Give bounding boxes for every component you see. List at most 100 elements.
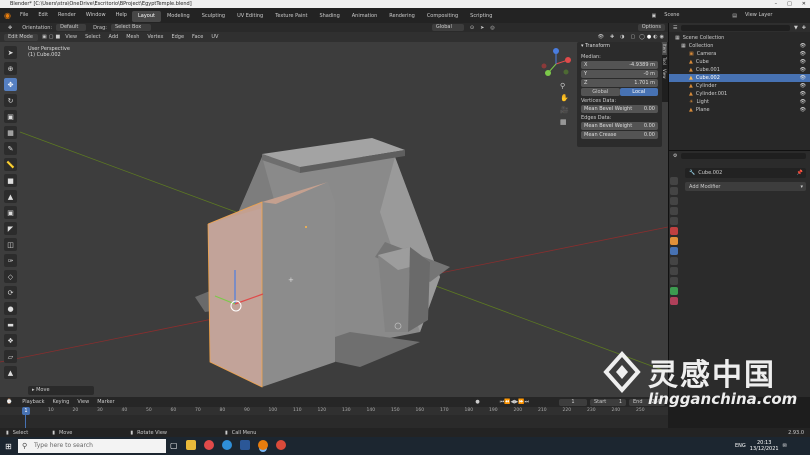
menu-edit[interactable]: Edit xyxy=(33,8,53,23)
current-frame-field[interactable]: 1 xyxy=(559,398,587,406)
bevel-tool-icon[interactable]: ◤ xyxy=(4,222,17,235)
outliner-item-cylinder-001[interactable]: ▲ Cylinder.001 👁 xyxy=(669,90,810,98)
task-view-icon[interactable]: ▢ xyxy=(170,441,178,450)
object-tab-icon[interactable] xyxy=(670,237,678,245)
3d-viewport[interactable]: + User Perspective (1) Cube.002 ⚲ ✋ 🎥 ▦ … xyxy=(0,42,668,397)
transform-tool-icon[interactable]: ▦ xyxy=(4,126,17,139)
eye-icon[interactable]: 👁 xyxy=(800,66,806,74)
workspace-tab-modeling[interactable]: Modeling xyxy=(161,11,196,22)
rotate-tool-icon[interactable]: ↻ xyxy=(4,94,17,107)
explorer-icon[interactable] xyxy=(185,440,196,450)
sidebar-tab-item[interactable]: Item xyxy=(662,42,667,56)
inset-tool-icon[interactable]: ▣ xyxy=(4,206,17,219)
material-tab-icon[interactable] xyxy=(670,297,678,305)
blender-logo-icon[interactable]: ◉ xyxy=(0,11,15,20)
workspace-tab-uv-editing[interactable]: UV Editing xyxy=(231,11,269,22)
menu-window[interactable]: Window xyxy=(81,8,111,23)
loop-cut-tool-icon[interactable]: ◫ xyxy=(4,238,17,251)
menu-add[interactable]: Add xyxy=(105,32,123,42)
scene-tab-icon[interactable] xyxy=(670,217,678,225)
grid-view-icon[interactable]: ▦ xyxy=(560,118,569,126)
menu-render[interactable]: Render xyxy=(53,8,81,23)
outliner-item-light[interactable]: ☀ Light 👁 xyxy=(669,98,810,106)
menu-view[interactable]: View xyxy=(61,32,81,42)
clock-date[interactable]: 13/12/2021 xyxy=(750,446,779,452)
timeline-editor-icon[interactable]: ⌚ xyxy=(6,399,12,405)
mean-crease-field[interactable]: Mean Crease 0.00 xyxy=(581,131,658,139)
edge-select-icon[interactable]: ▢ xyxy=(49,34,54,40)
record-icon[interactable]: ● xyxy=(475,399,479,405)
solid-shading-icon[interactable]: ● xyxy=(647,34,651,40)
jump-end-icon[interactable]: ⏭ xyxy=(524,399,529,405)
outliner-item-cylinder[interactable]: ▲ Cylinder 👁 xyxy=(669,82,810,90)
wireframe-shading-icon[interactable]: ◯ xyxy=(639,34,645,40)
workspace-tab-scripting[interactable]: Scripting xyxy=(464,11,498,22)
physics-tab-icon[interactable] xyxy=(670,267,678,275)
eye-icon[interactable]: 👁 xyxy=(800,42,806,50)
edge-bevel-weight-field[interactable]: Mean Bevel Weight 0.00 xyxy=(581,122,658,130)
eye-icon[interactable]: 👁 xyxy=(800,74,806,82)
filter-icon[interactable]: ▼ xyxy=(794,25,798,31)
eye-icon[interactable]: 👁 xyxy=(800,50,806,58)
menu-face[interactable]: Face xyxy=(188,32,207,42)
global-toggle[interactable]: Global xyxy=(581,88,620,96)
transform-space-dropdown[interactable]: Global xyxy=(431,24,464,31)
rip-tool-icon[interactable]: ▲ xyxy=(4,366,17,379)
pan-hand-icon[interactable]: ✋ xyxy=(560,94,569,102)
menu-select[interactable]: Select xyxy=(81,32,104,42)
maximize-icon[interactable]: □ xyxy=(787,0,792,8)
modifier-tab-icon[interactable] xyxy=(670,247,678,255)
local-toggle[interactable]: Local xyxy=(619,88,658,96)
shear-tool-icon[interactable]: ▱ xyxy=(4,350,17,363)
gizmo-icon[interactable]: ✚ xyxy=(610,34,614,40)
output-tab-icon[interactable] xyxy=(670,197,678,205)
camera-view-icon[interactable]: 🎥 xyxy=(560,106,569,114)
timeline-ruler[interactable]: 10 20 30 40 50 60 70 80 90 100 110 120 130 140 150 160 1… xyxy=(0,407,668,415)
menu-help[interactable]: Help xyxy=(111,8,132,23)
visibility-icon[interactable]: 👁 xyxy=(598,34,604,40)
view-layer-selector[interactable]: View Layer xyxy=(740,8,810,23)
transform-panel-header[interactable]: ▾ Transform xyxy=(577,42,662,51)
tool-tab-icon[interactable] xyxy=(670,177,678,185)
sidebar-tab-tool[interactable]: Tool xyxy=(662,55,667,67)
close-icon[interactable]: ✕ xyxy=(802,0,806,8)
scene-selector[interactable]: Scene xyxy=(659,8,729,23)
minimize-icon[interactable]: – xyxy=(775,0,778,8)
rendered-shading-icon[interactable]: ◉ xyxy=(660,34,664,40)
blender-taskbar-icon[interactable] xyxy=(257,440,268,450)
options-dropdown[interactable]: Options xyxy=(637,24,665,31)
eye-icon[interactable]: 👁 xyxy=(800,82,806,90)
drag-dropdown[interactable]: Select Box xyxy=(110,24,151,31)
median-y-field[interactable]: Y -0 m xyxy=(581,70,658,78)
overlay-icon[interactable]: ◑ xyxy=(620,34,624,40)
eye-icon[interactable]: 👁 xyxy=(800,90,806,98)
menu-mesh[interactable]: Mesh xyxy=(122,32,143,42)
chrome-icon[interactable] xyxy=(203,440,214,450)
menu-vertex[interactable]: Vertex xyxy=(143,32,167,42)
workspace-tab-texture-paint[interactable]: Texture Paint xyxy=(269,11,313,22)
knife-tool-icon[interactable]: ✑ xyxy=(4,254,17,267)
menu-file[interactable]: File xyxy=(15,8,33,23)
particles-tab-icon[interactable] xyxy=(670,257,678,265)
move-tool-icon[interactable]: ✥ xyxy=(4,78,17,91)
median-x-field[interactable]: X -4.9389 m xyxy=(581,61,658,69)
navigation-gizmo[interactable] xyxy=(540,48,572,80)
vertex-bevel-weight-field[interactable]: Mean Bevel Weight 0.00 xyxy=(581,105,658,113)
timeline-menu-marker[interactable]: Marker xyxy=(93,397,118,407)
view-layer-tab-icon[interactable] xyxy=(670,207,678,215)
add-cube-tool-icon[interactable]: ■ xyxy=(4,174,17,187)
workspace-tab-animation[interactable]: Animation xyxy=(346,11,384,22)
orientation-dropdown[interactable]: Default xyxy=(56,24,87,31)
last-operator-panel[interactable]: ▸ Move xyxy=(28,386,94,395)
xray-icon[interactable]: ▢ xyxy=(631,34,636,40)
add-modifier-dropdown[interactable]: Add Modifier ▾ xyxy=(685,182,806,191)
properties-editor-icon[interactable]: ⚙ xyxy=(673,153,677,159)
chrome-2-icon[interactable] xyxy=(275,440,286,450)
timeline[interactable]: 10 20 30 40 50 60 70 80 90 100 110 120 130 140 150 160 1… xyxy=(0,407,668,428)
eye-icon[interactable]: 👁 xyxy=(800,106,806,114)
constraints-tab-icon[interactable] xyxy=(670,277,678,285)
outliner-item-cube[interactable]: ▲ Cube 👁 xyxy=(669,58,810,66)
new-collection-icon[interactable]: ✚ xyxy=(802,25,806,31)
shrink-tool-icon[interactable]: ❖ xyxy=(4,334,17,347)
eye-icon[interactable]: 👁 xyxy=(800,58,806,66)
